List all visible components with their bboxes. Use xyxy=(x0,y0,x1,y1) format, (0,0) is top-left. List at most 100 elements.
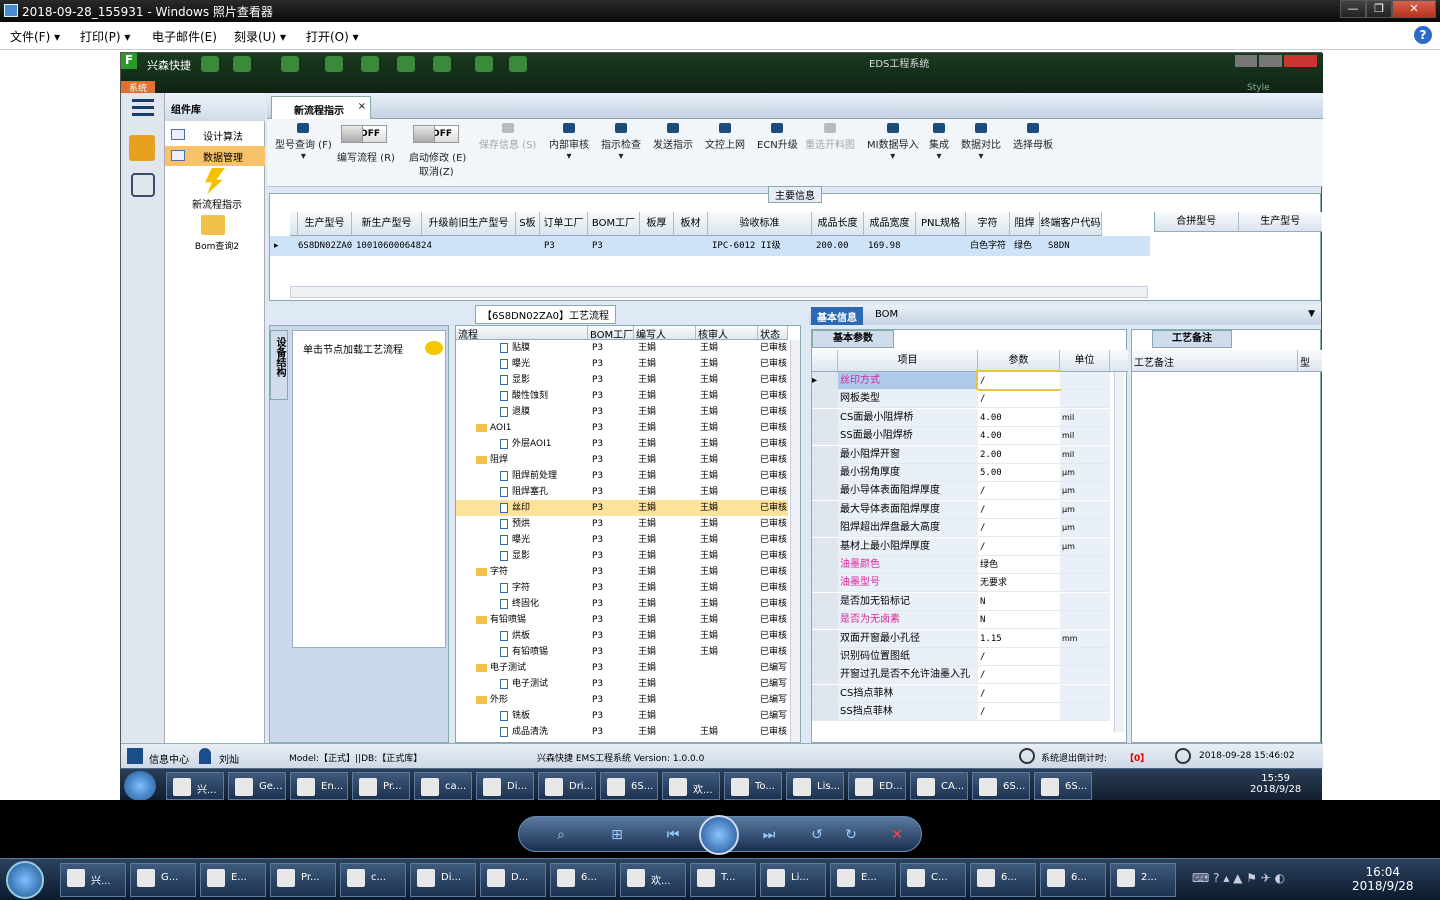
tab-new-flow[interactable]: 新流程指示 × xyxy=(271,96,371,119)
tree-row[interactable]: 字符 P3 王娟 王娟 已审核 xyxy=(456,580,788,596)
scissors-icon[interactable] xyxy=(325,56,343,72)
col-s-board[interactable]: S板 xyxy=(516,212,540,235)
col-process-note[interactable]: 工艺备注 xyxy=(1132,350,1298,371)
tree-row[interactable]: 曝光 P3 王娟 王娟 已审核 xyxy=(456,532,788,548)
taskbar-item[interactable]: T... xyxy=(690,863,756,897)
col-reviewer[interactable]: 核审人 xyxy=(696,326,758,339)
tree-row[interactable]: 贴膜 P3 王娟 王娟 已审核 xyxy=(456,340,788,356)
inner-taskbar-item[interactable]: En... xyxy=(290,772,348,800)
info-center[interactable]: 信息中心 xyxy=(149,751,189,766)
tree-row[interactable]: 显影 P3 王娟 王娟 已审核 xyxy=(456,372,788,388)
inner-taskbar-item[interactable]: 欢... xyxy=(662,772,720,800)
internal-review-button[interactable]: 内部审核 ▾ xyxy=(549,123,589,162)
param-row[interactable]: 识别码位置图纸 / xyxy=(812,648,1110,666)
folder-icon[interactable] xyxy=(201,215,225,235)
col-thickness[interactable]: 板厚 xyxy=(640,212,674,235)
user-icon[interactable] xyxy=(475,56,493,72)
start-button-icon[interactable] xyxy=(6,861,44,899)
launch-bom-query[interactable]: Bom查询2 xyxy=(187,239,247,252)
taskbar-item[interactable]: 6... xyxy=(970,863,1036,897)
col-old-model[interactable]: 升级前旧生产型号 xyxy=(422,212,516,235)
taskbar-item[interactable]: 6... xyxy=(1040,863,1106,897)
tab-basic-params[interactable]: 基本参数 xyxy=(812,330,894,348)
close-button[interactable]: ✕ xyxy=(1392,0,1436,18)
inner-clock[interactable]: 15:59 2018/9/28 xyxy=(1250,773,1301,795)
tree-row[interactable]: 外形 P3 王娟 已编写 xyxy=(456,692,788,708)
param-value[interactable]: 4.00 xyxy=(978,409,1060,426)
param-value[interactable]: 绿色 xyxy=(978,556,1060,573)
tree-row[interactable]: 曝光 P3 王娟 王娟 已审核 xyxy=(456,356,788,372)
taskbar-item[interactable]: Di... xyxy=(410,863,476,897)
yx-module-icon[interactable] xyxy=(129,135,155,161)
tree-row[interactable]: 有铅喷锡 P3 王娟 王娟 已审核 xyxy=(456,612,788,628)
globe-icon[interactable] xyxy=(233,56,251,72)
inner-taskbar-item[interactable]: 6S... xyxy=(600,772,658,800)
app-minimize-button[interactable] xyxy=(1235,55,1258,67)
save-info-button[interactable]: 保存信息 (S) xyxy=(479,123,536,151)
chart-icon[interactable] xyxy=(509,56,527,72)
taskbar-item[interactable]: c... xyxy=(340,863,406,897)
col-material[interactable]: 板材 xyxy=(674,212,708,235)
chat-bubble-icon[interactable] xyxy=(425,341,443,355)
taskbar-item[interactable]: G... xyxy=(130,863,196,897)
grid-menu-icon[interactable] xyxy=(127,748,143,764)
menu-open[interactable]: 打开(O) ▾ xyxy=(306,28,359,45)
tree-row[interactable]: 终固化 P3 王娟 王娟 已审核 xyxy=(456,596,788,612)
doc-online-button[interactable]: 文控上网 xyxy=(705,123,745,151)
inner-taskbar-item[interactable]: Ge... xyxy=(228,772,286,800)
integrate-button[interactable]: 集成 ▾ xyxy=(929,123,949,162)
sidebar-item-data[interactable]: 数据管理 xyxy=(165,146,265,166)
app-maximize-button[interactable] xyxy=(1259,55,1282,67)
col-character[interactable]: 字符 xyxy=(966,212,1010,235)
inner-taskbar-item[interactable]: ED... xyxy=(848,772,906,800)
menu-burn[interactable]: 刻录(U) ▾ xyxy=(234,28,286,45)
col-tree-bom[interactable]: BOM工厂 xyxy=(588,326,634,339)
col-type[interactable]: 型 xyxy=(1298,350,1322,371)
tree-row[interactable]: AOI1 P3 王娟 王娟 已审核 xyxy=(456,420,788,436)
inner-taskbar-item[interactable]: 6S... xyxy=(972,772,1030,800)
delete-icon[interactable]: ✕ xyxy=(887,825,907,845)
menu-email[interactable]: 电子邮件(E) xyxy=(152,28,217,45)
inner-taskbar-item[interactable]: 兴... xyxy=(166,772,224,800)
inner-taskbar-item[interactable]: 6S... xyxy=(1034,772,1092,800)
tree-row[interactable]: 阻焊 P3 王娟 王娟 已审核 xyxy=(456,452,788,468)
param-row[interactable]: SS挡点菲林 / xyxy=(812,703,1110,722)
col-production-model[interactable]: 生产型号 xyxy=(298,212,352,235)
tree-row[interactable]: 外层AOI1 P3 王娟 王娟 已审核 xyxy=(456,436,788,452)
reselect-cut-chart-button[interactable]: 重选开料图 xyxy=(805,123,855,151)
tree-row[interactable]: 铣板 P3 王娟 已编写 xyxy=(456,708,788,724)
param-value[interactable]: / xyxy=(978,648,1060,665)
panel-dropdown-icon[interactable]: ▼ xyxy=(1308,309,1315,319)
param-value[interactable]: / xyxy=(978,390,1060,407)
tree-row[interactable]: 酸性蚀刻 P3 王娟 王娟 已审核 xyxy=(456,388,788,404)
tree-row[interactable]: 字符 P3 王娟 王娟 已审核 xyxy=(456,564,788,580)
tree-row[interactable]: 电子测试 P3 王娟 已编写 xyxy=(456,676,788,692)
rotate-left-icon[interactable]: ↺ xyxy=(807,825,827,845)
param-row[interactable]: CS面最小阻焊桥 4.00 mil xyxy=(812,408,1110,427)
param-value[interactable]: / xyxy=(978,666,1060,683)
system-menu[interactable]: 系统 xyxy=(121,81,155,94)
tab-bom[interactable]: BOM xyxy=(869,307,904,325)
lightning-icon[interactable] xyxy=(205,168,225,194)
tree-vscrollbar[interactable] xyxy=(790,340,800,742)
start-orb-icon[interactable] xyxy=(124,771,156,801)
write-flow-toggle[interactable]: OFF xyxy=(341,125,387,143)
app-close-button[interactable] xyxy=(1283,55,1317,67)
launch-new-flow[interactable]: 新流程指示 xyxy=(187,196,247,211)
col-bom-factory[interactable]: BOM工厂 xyxy=(588,212,640,235)
param-value[interactable]: / xyxy=(978,538,1060,555)
param-row[interactable]: 开窗过孔是否不允许油墨入孔 / xyxy=(812,666,1110,685)
select-motherboard-button[interactable]: 选择母板 xyxy=(1013,123,1053,151)
mi-import-button[interactable]: MI数据导入 ▾ xyxy=(867,123,919,162)
table-icon[interactable] xyxy=(433,56,451,72)
check-instruction-button[interactable]: 指示检查 ▾ xyxy=(601,123,641,162)
tree-row[interactable]: 阻焊塞孔 P3 王娟 王娟 已审核 xyxy=(456,484,788,500)
film-icon[interactable] xyxy=(361,56,379,72)
inner-taskbar-item[interactable]: To... xyxy=(724,772,782,800)
col-width[interactable]: 成品宽度 xyxy=(864,212,916,235)
param-row[interactable]: 最小导体表面阻焊厚度 / μm xyxy=(812,482,1110,501)
param-row[interactable]: 最小阻焊开窗 2.00 mil xyxy=(812,445,1110,464)
col-flow[interactable]: 流程 xyxy=(456,326,588,339)
zoom-icon[interactable]: ⌕ xyxy=(551,825,571,845)
col-status[interactable]: 状态 xyxy=(758,326,788,339)
